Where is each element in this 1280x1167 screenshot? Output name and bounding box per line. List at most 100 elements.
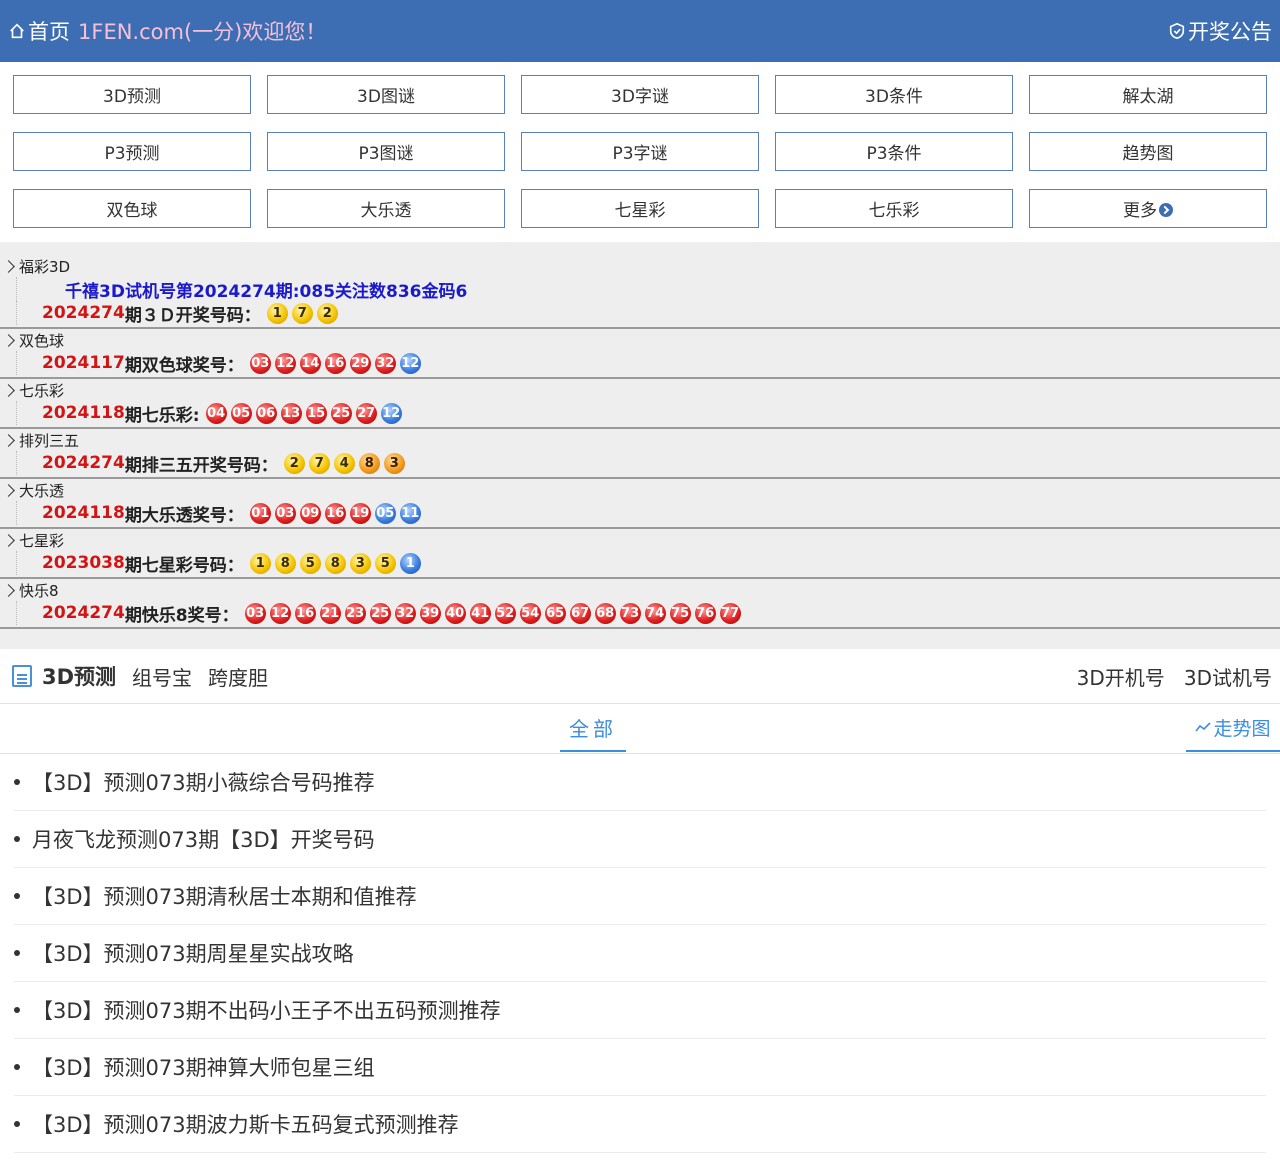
nav-p3-picture[interactable]: P3图谜	[267, 132, 505, 171]
result-balls: 01 03 09 16 19 05 11	[249, 502, 425, 524]
list-item[interactable]: 【3D】预测073期小薇综合号码推荐	[14, 754, 1266, 811]
chevron-right-icon	[2, 483, 15, 497]
number-ball: 75	[669, 602, 691, 624]
result-category[interactable]: 七乐彩	[0, 379, 1280, 401]
section-header-right: 3D开机号 3D试机号	[1063, 662, 1272, 691]
result-line[interactable]: 2024118 期大乐透奖号： 01 03 09 16 19 05 11	[16, 501, 1280, 526]
top-bar: 首页 1FEN.com(一分)欢迎您！ 开奖公告	[0, 0, 1280, 62]
bullet-icon	[14, 1064, 20, 1070]
result-line[interactable]: 2024274 期快乐8奖号： 03 12 16 21 23 25 32 39 40 41 52 54 65…	[16, 601, 1280, 626]
number-ball: 03	[244, 602, 266, 624]
chevron-right-icon	[2, 333, 15, 347]
link-zuhaobao[interactable]: 组号宝	[132, 662, 192, 691]
result-line[interactable]: 2024274 期排三五开奖号码： 2 7 4 8 3	[16, 451, 1280, 476]
result-issue: 2024118	[42, 503, 125, 523]
number-ball: 39	[419, 602, 441, 624]
result-line[interactable]: 2024274 期３Ｄ开奖号码： 1 7 2	[16, 301, 1280, 326]
tab-trend-label: 走势图	[1213, 717, 1271, 740]
link-3d-shijihao[interactable]: 3D试机号	[1184, 666, 1272, 690]
result-block: 排列三五 2024274 期排三五开奖号码： 2 7 4 8 3	[0, 429, 1280, 479]
number-ball: 1	[249, 552, 271, 574]
notice-link[interactable]: 开奖公告	[1168, 16, 1272, 46]
number-ball: 68	[594, 602, 616, 624]
list-item-title: 【3D】预测073期周星星实战攻略	[32, 942, 354, 966]
result-issue: 2024274	[42, 603, 125, 623]
list-item-title: 【3D】预测073期神算大师包星三组	[32, 1056, 375, 1080]
number-ball: 03	[274, 502, 296, 524]
link-kuadudan[interactable]: 跨度胆	[208, 662, 268, 691]
number-ball: 16	[324, 502, 346, 524]
tab-trend[interactable]: 走势图	[1186, 704, 1280, 752]
number-ball: 73	[619, 602, 641, 624]
result-label: 期快乐8奖号：	[124, 605, 239, 626]
list-item[interactable]: 月夜飞龙预测073期【3D】开奖号码	[14, 811, 1266, 868]
result-category-name: 大乐透	[19, 481, 65, 500]
result-category[interactable]: 双色球	[0, 329, 1280, 351]
result-line[interactable]: 2024118 期七乐彩: 04 05 06 13 15 25 27 12	[16, 401, 1280, 426]
number-ball: 23	[344, 602, 366, 624]
list-item[interactable]: 【3D】预测073期不出码小王子不出五码预测推荐	[14, 982, 1266, 1039]
chevron-right-icon	[2, 533, 15, 547]
nav-qlc[interactable]: 七乐彩	[775, 189, 1013, 228]
nav-taihu[interactable]: 解太湖	[1029, 75, 1267, 114]
nav-qxc[interactable]: 七星彩	[521, 189, 759, 228]
number-ball: 29	[349, 352, 371, 374]
nav-p3-riddle[interactable]: P3字谜	[521, 132, 759, 171]
result-subline[interactable]: 千禧3D试机号第2024274期:085关注数836金码6	[16, 277, 1280, 302]
bullet-icon	[14, 950, 20, 956]
result-issue: 2024274	[42, 303, 125, 323]
result-label: 期排三五开奖号码：	[124, 455, 278, 476]
result-category[interactable]: 排列三五	[0, 429, 1280, 451]
result-label: 期大乐透奖号：	[124, 505, 244, 526]
section-title[interactable]: 3D预测	[42, 661, 116, 691]
result-block: 快乐8 2024274 期快乐8奖号： 03 12 16 21 23 25 32 39 40 41 52 5…	[0, 579, 1280, 629]
result-line[interactable]: 2023038 期七星彩号码： 1 8 5 8 3 5 1	[16, 551, 1280, 576]
tab-all[interactable]: 全部	[560, 704, 626, 752]
bullet-icon	[14, 779, 20, 785]
list-item[interactable]: 【3D】预测073期神算大师包星三组	[14, 1039, 1266, 1096]
article-list: 【3D】预测073期小薇综合号码推荐 月夜飞龙预测073期【3D】开奖号码 【3D】…	[0, 754, 1280, 1167]
list-item[interactable]: 【3D】预测073期周星星实战攻略	[14, 925, 1266, 982]
result-category-name: 快乐8	[19, 581, 59, 600]
result-category[interactable]: 七星彩	[0, 529, 1280, 551]
nav-p3-condition[interactable]: P3条件	[775, 132, 1013, 171]
bullet-icon	[14, 1007, 20, 1013]
result-category[interactable]: 快乐8	[0, 579, 1280, 601]
number-ball: 41	[469, 602, 491, 624]
result-block: 大乐透 2024118 期大乐透奖号： 01 03 09 16 19 05 11	[0, 479, 1280, 529]
nav-dlt[interactable]: 大乐透	[267, 189, 505, 228]
result-issue: 2024117	[42, 353, 125, 373]
section-header-left: 3D预测 组号宝 跨度胆	[12, 661, 284, 691]
result-line[interactable]: 2024117 期双色球奖号： 03 12 14 16 29 32 12	[16, 351, 1280, 376]
result-category[interactable]: 福彩3D	[0, 255, 1280, 277]
list-item[interactable]: 【3D】预测073期波力斯卡五码复式预测推荐	[14, 1096, 1266, 1153]
list-item[interactable]: 【3D】预测073期东北独胆王本期精选组选三注	[14, 1153, 1266, 1167]
nav-3d-condition[interactable]: 3D条件	[775, 75, 1013, 114]
nav-3d-predict[interactable]: 3D预测	[13, 75, 251, 114]
nav-trend[interactable]: 趋势图	[1029, 132, 1267, 171]
bullet-icon	[14, 836, 20, 842]
list-item[interactable]: 【3D】预测073期清秋居士本期和值推荐	[14, 868, 1266, 925]
nav-3d-picture[interactable]: 3D图谜	[267, 75, 505, 114]
link-3d-kaijihao[interactable]: 3D开机号	[1077, 666, 1165, 690]
nav-p3-predict[interactable]: P3预测	[13, 132, 251, 171]
result-category-name: 福彩3D	[19, 257, 71, 276]
result-category-name: 七乐彩	[19, 381, 65, 400]
result-block: 福彩3D 千禧3D试机号第2024274期:085关注数836金码6 2024274…	[0, 255, 1280, 329]
tab-bar: 全部 走势图	[0, 704, 1280, 754]
result-label: 期七星彩号码：	[124, 555, 244, 576]
number-ball: 16	[324, 352, 346, 374]
number-ball: 21	[319, 602, 341, 624]
chevron-right-icon	[2, 433, 15, 447]
nav-more[interactable]: 更多	[1029, 189, 1267, 228]
result-category[interactable]: 大乐透	[0, 479, 1280, 501]
nav-ssq[interactable]: 双色球	[13, 189, 251, 228]
number-ball: 12	[380, 402, 402, 424]
nav-grid: 3D预测 3D图谜 3D字谜 3D条件 解太湖 P3预测 P3图谜 P3字谜 P…	[0, 62, 1280, 242]
home-link[interactable]: 首页	[28, 16, 70, 46]
number-ball: 8	[324, 552, 346, 574]
result-balls: 172	[266, 302, 342, 324]
number-ball: 12	[399, 352, 421, 374]
nav-3d-riddle[interactable]: 3D字谜	[521, 75, 759, 114]
number-ball: 76	[694, 602, 716, 624]
